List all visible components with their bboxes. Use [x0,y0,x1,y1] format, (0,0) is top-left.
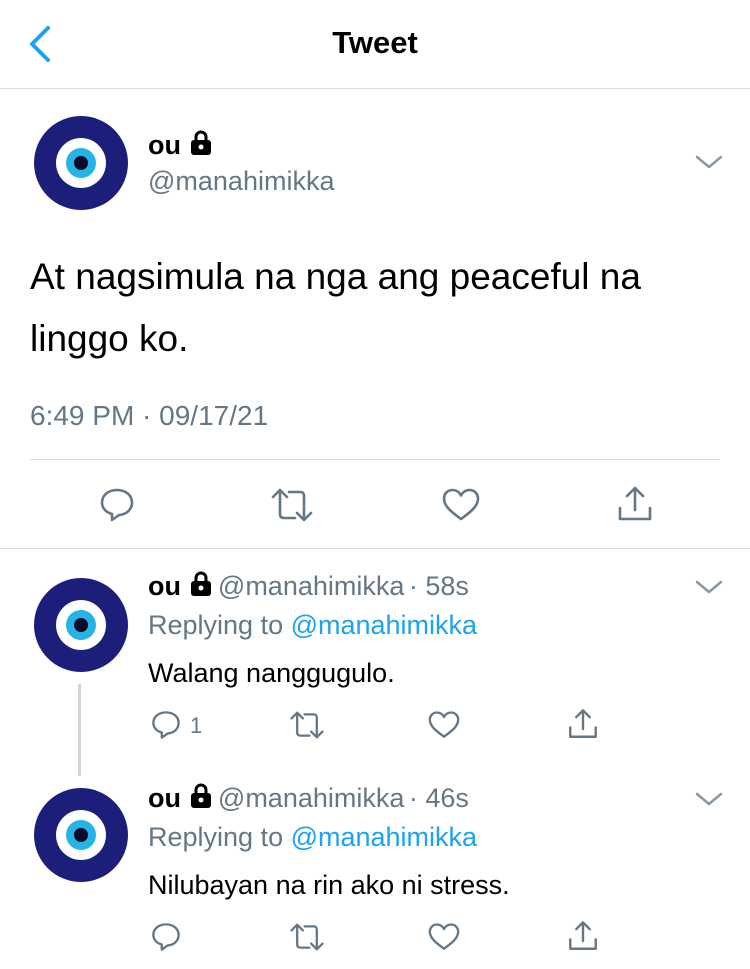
divider [0,548,750,549]
chevron-down-icon[interactable] [694,577,724,597]
chevron-down-icon[interactable] [694,152,724,172]
retweet-icon[interactable] [289,921,325,953]
avatar[interactable] [34,116,128,210]
tweet-age: · 58s [408,571,469,601]
reply-icon[interactable] [150,921,182,953]
tweet-text: At nagsimula na nga ang peaceful na ling… [30,256,641,359]
reply-text: Walang nanggugulo. [148,658,395,688]
author-name[interactable]: ou [148,783,181,813]
replying-to-label: Replying to [148,610,291,640]
chevron-down-icon[interactable] [694,789,724,809]
lock-icon [191,571,212,596]
share-icon[interactable] [566,919,600,953]
replying-to-link[interactable]: @manahimikka [291,610,477,640]
like-icon[interactable] [441,487,481,523]
like-icon[interactable] [427,710,461,740]
replying-to-link[interactable]: @manahimikka [291,822,477,852]
thread-line [78,684,81,776]
lock-icon [191,783,212,808]
author-handle[interactable]: @manahimikka [218,783,404,813]
reply-icon[interactable] [98,486,136,524]
divider [30,459,720,460]
share-icon[interactable] [566,707,600,741]
nav-header: Tweet [0,0,750,89]
replying-to-label: Replying to [148,822,291,852]
retweet-icon[interactable] [289,709,325,741]
author-handle[interactable]: @manahimikka [218,571,404,601]
reply-text: Nilubayan na rin ako ni stress. [148,870,510,900]
retweet-icon[interactable] [270,486,314,524]
avatar[interactable] [34,578,128,672]
author-handle[interactable]: @manahimikka [148,166,334,197]
share-icon[interactable] [615,484,655,524]
like-icon[interactable] [427,922,461,952]
reply-count: 1 [190,713,203,738]
avatar[interactable] [34,788,128,882]
author-name[interactable]: ou [148,130,181,160]
author-name[interactable]: ou [148,571,181,601]
tweet-age: · 46s [408,783,469,813]
tweet-timestamp[interactable]: 6:49 PM · 09/17/21 [30,400,268,432]
page-title: Tweet [332,25,418,60]
lock-icon [191,130,212,155]
reply-icon[interactable] [150,709,182,741]
